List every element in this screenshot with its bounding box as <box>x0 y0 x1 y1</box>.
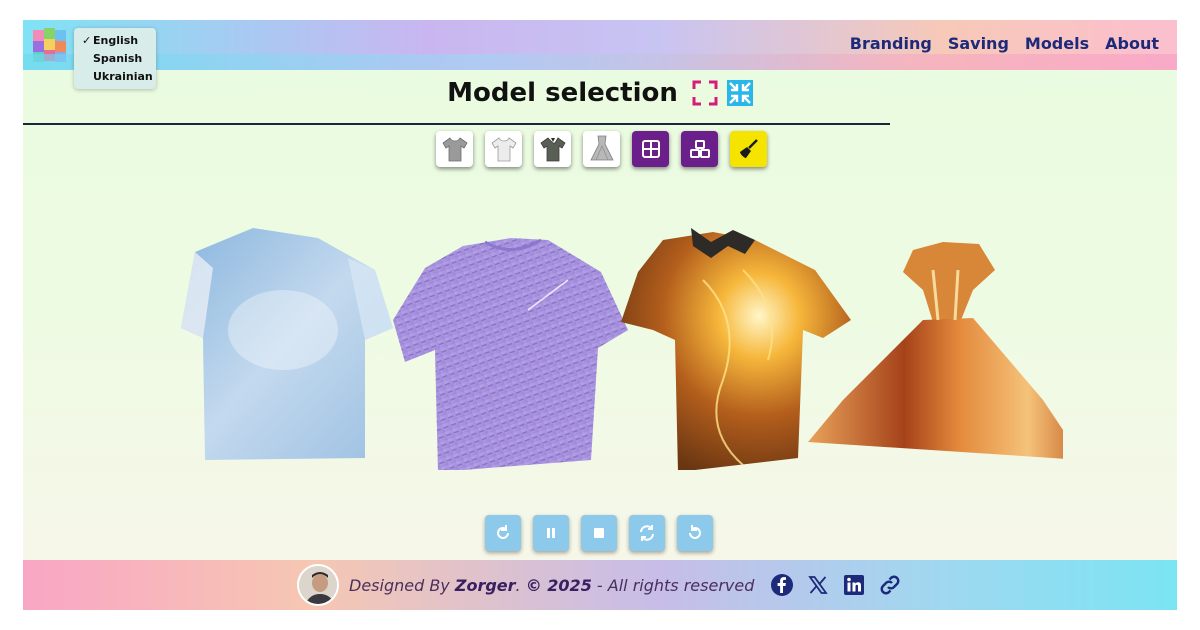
nav-saving[interactable]: Saving <box>948 34 1009 53</box>
linkedin-icon[interactable] <box>842 573 866 597</box>
nav-branding[interactable]: Branding <box>850 34 932 53</box>
x-icon[interactable] <box>806 573 830 597</box>
broom-button[interactable] <box>730 131 767 167</box>
title-divider <box>23 123 890 125</box>
social-links <box>770 573 902 597</box>
tshirt-white-icon <box>490 137 517 162</box>
pause-icon <box>547 528 555 538</box>
model-sky-tshirt[interactable] <box>181 228 393 460</box>
fullscreen-exit-icon[interactable] <box>726 80 753 106</box>
nav-about[interactable]: About <box>1105 34 1159 53</box>
stop-icon <box>594 528 604 538</box>
cubes-icon <box>689 140 710 158</box>
language-label: English <box>93 34 139 47</box>
link-icon[interactable] <box>878 573 902 597</box>
rotate-right-icon <box>497 525 509 539</box>
grid-view-icon <box>641 140 660 158</box>
grid-view-button[interactable] <box>632 131 669 167</box>
facebook-icon[interactable] <box>770 573 794 597</box>
rotate-left-button[interactable] <box>677 515 713 551</box>
title-row: Model selection <box>23 78 1177 108</box>
nav-models[interactable]: Models <box>1025 34 1089 53</box>
language-option-english[interactable]: ✓ English <box>82 32 156 50</box>
model-orange-dress[interactable] <box>808 242 1063 460</box>
check-icon: ✓ <box>82 34 92 47</box>
broom-icon <box>739 139 758 158</box>
footer-credit: Designed By Zorger. © 2025 - All rights … <box>349 576 754 595</box>
title-icon-group <box>688 80 753 106</box>
language-option-ukrainian[interactable]: Ukrainian <box>82 68 156 86</box>
footer-content: Designed By Zorger. © 2025 - All rights … <box>297 564 902 606</box>
credit-prefix: Designed By <box>349 575 455 595</box>
language-label: Ukrainian <box>93 70 153 83</box>
main-nav: Branding Saving Models About <box>850 34 1159 53</box>
pause-button[interactable] <box>533 515 569 551</box>
refresh-button[interactable] <box>629 515 665 551</box>
app-frame: Branding Saving Models About ✓ English S… <box>23 20 1177 610</box>
credit-suffix: - All rights reserved <box>591 575 755 595</box>
polo-shirt-icon <box>539 137 566 162</box>
model-toolbar <box>436 131 767 167</box>
copyright-text: © 2025 <box>525 575 592 595</box>
rotate-right-button[interactable] <box>485 515 521 551</box>
playback-controls <box>485 515 713 551</box>
stop-button[interactable] <box>581 515 617 551</box>
fullscreen-enter-icon[interactable] <box>692 80 718 106</box>
credit-separator: . <box>515 575 526 595</box>
tshirt-gray-icon <box>441 137 468 162</box>
language-label: Spanish <box>93 52 143 65</box>
avatar <box>297 564 339 606</box>
language-menu: ✓ English Spanish Ukrainian <box>74 28 156 89</box>
author-name[interactable]: Zorger <box>455 576 516 595</box>
tshirt-gray-button[interactable] <box>436 131 473 167</box>
refresh-icon <box>640 525 654 541</box>
logo-icon[interactable] <box>31 26 69 64</box>
footer-bar: Designed By Zorger. © 2025 - All rights … <box>23 560 1177 610</box>
model-lavender-tshirt[interactable] <box>393 238 628 470</box>
dress-button[interactable] <box>583 131 620 167</box>
page-title: Model selection <box>447 78 678 108</box>
polo-shirt-button[interactable] <box>534 131 571 167</box>
tshirt-white-button[interactable] <box>485 131 522 167</box>
language-option-spanish[interactable]: Spanish <box>82 50 156 68</box>
header-bar: Branding Saving Models About <box>23 20 1177 70</box>
dress-icon <box>589 135 614 161</box>
model-stage[interactable] <box>143 210 1063 470</box>
rotate-left-icon <box>689 525 701 539</box>
cubes-button[interactable] <box>681 131 718 167</box>
